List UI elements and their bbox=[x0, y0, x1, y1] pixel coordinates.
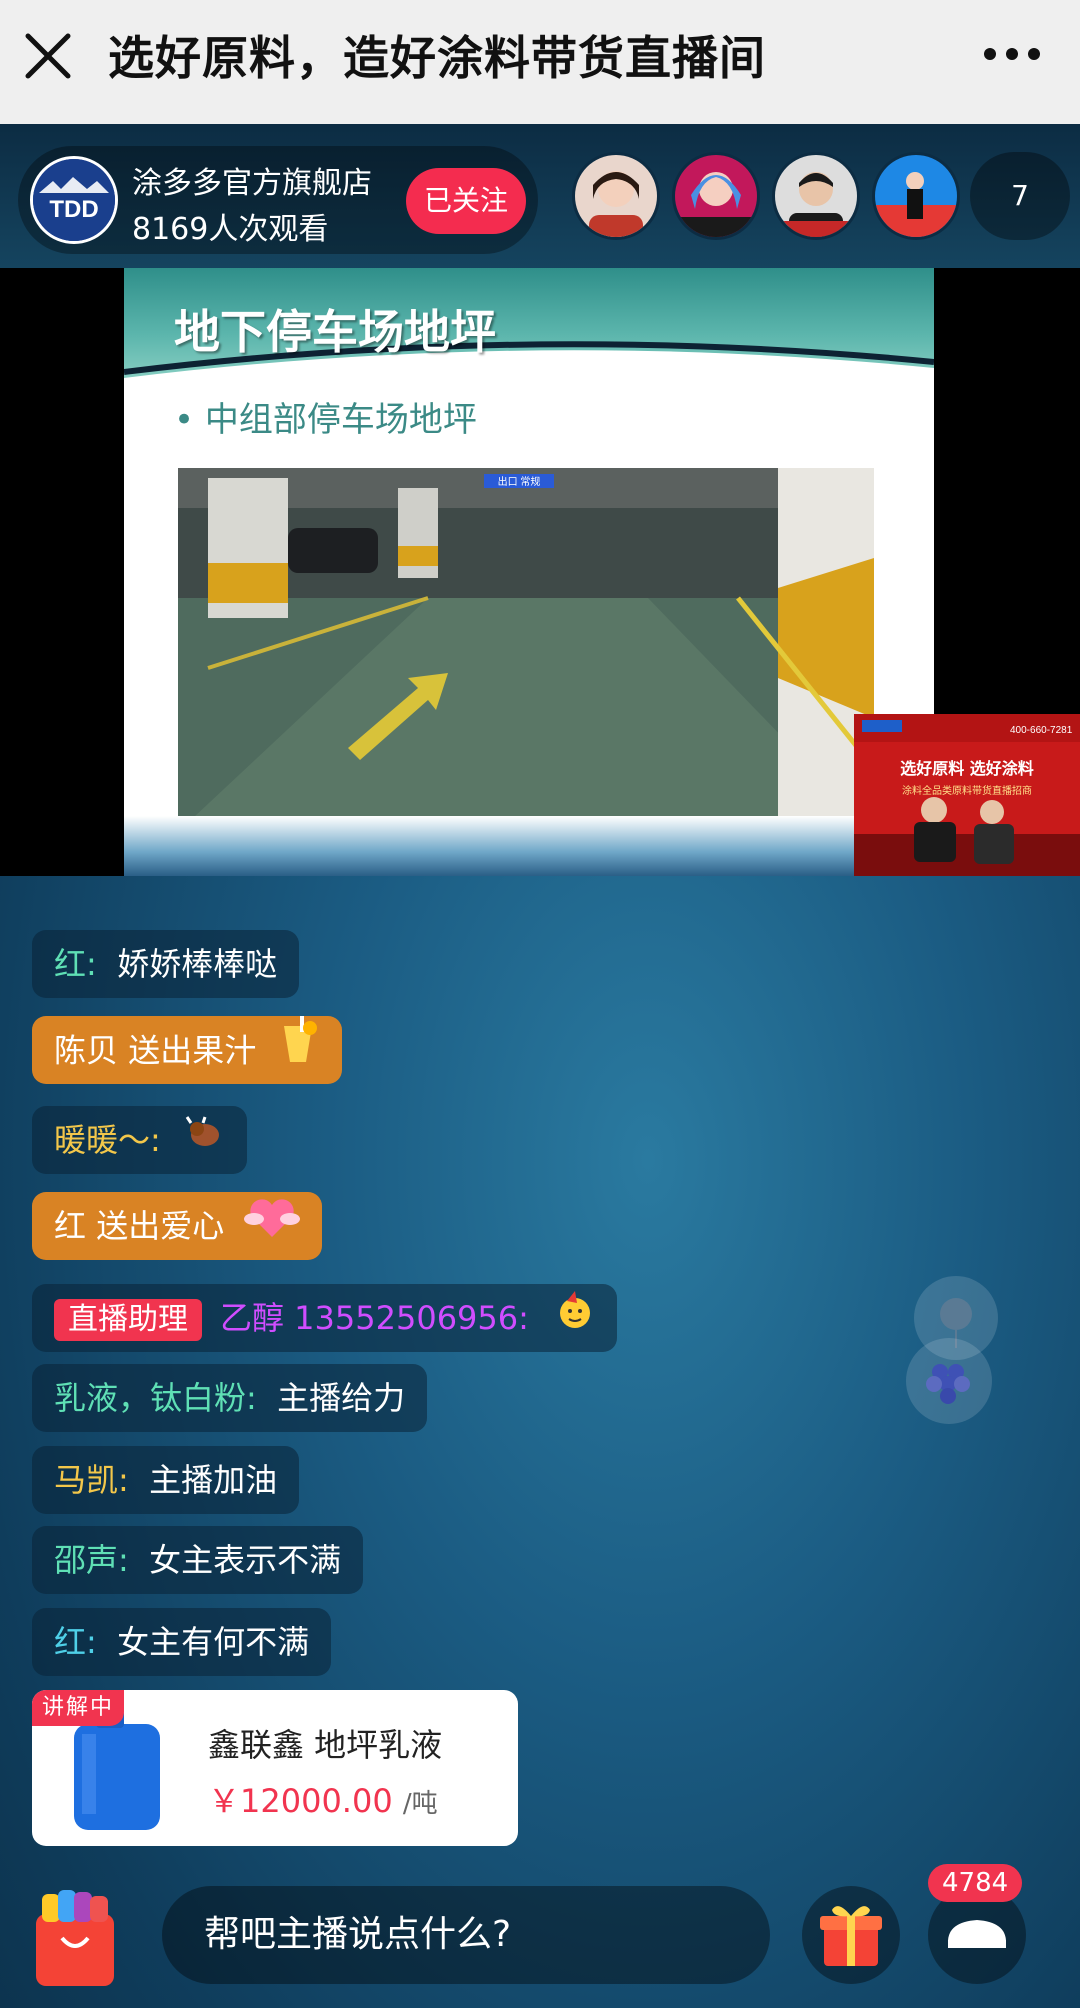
product-name: 鑫联鑫 地坪乳液 bbox=[208, 1726, 443, 1764]
product-price: ￥12000.00 /吨 bbox=[208, 1782, 438, 1820]
chat-message: 暖暖～: bbox=[32, 1106, 247, 1174]
chat-message: 邵声: 女主表示不满 bbox=[32, 1526, 364, 1594]
shopping-bag-icon[interactable] bbox=[32, 1888, 118, 1988]
viewer-avatar[interactable] bbox=[772, 152, 860, 240]
chat-message: 红: 娇娇棒棒哒 bbox=[32, 930, 300, 998]
view-count: 8169人次观看 bbox=[132, 212, 329, 247]
anchor-avatar[interactable]: TDD bbox=[30, 156, 118, 244]
gift-icon[interactable] bbox=[802, 1886, 900, 1984]
svg-text:选好原料 选好涂料: 选好原料 选好涂料 bbox=[900, 759, 1034, 778]
page-title: 选好原料，造好涂料带货直播间 bbox=[108, 31, 766, 85]
slide-footer bbox=[124, 816, 934, 876]
svg-text:TDD: TDD bbox=[49, 196, 98, 223]
viewer-avatar[interactable] bbox=[672, 152, 760, 240]
bull-icon bbox=[185, 1108, 225, 1176]
party-face-icon bbox=[555, 1286, 595, 1354]
gift-message: 红 送出爱心 bbox=[32, 1192, 323, 1260]
svg-text:涂料全品类原料带货直播招商: 涂料全品类原料带货直播招商 bbox=[902, 784, 1032, 797]
svg-text:400-660-7281: 400-660-7281 bbox=[1010, 725, 1073, 736]
chat-message: 直播助理 乙醇 13552506956: bbox=[32, 1284, 618, 1354]
viewer-avatar[interactable] bbox=[872, 152, 960, 240]
heart-icon bbox=[244, 1193, 301, 1264]
anchor-name: 涂多多官方旗舰店 bbox=[132, 166, 372, 201]
top-bar: 选好原料，造好涂料带货直播间 bbox=[0, 0, 1080, 124]
follow-button[interactable]: 已关注 bbox=[406, 168, 526, 234]
parking-photo: 出口 常规 bbox=[178, 468, 874, 832]
chat-message: 马凯: 主播加油 bbox=[32, 1446, 300, 1514]
picture-in-picture[interactable]: 400-660-7281 选好原料 选好涂料 涂料全品类原料带货直播招商 bbox=[854, 714, 1080, 876]
viewer-count[interactable]: 7 bbox=[970, 152, 1070, 240]
product-card[interactable]: 讲解中 鑫联鑫 地坪乳液 ￥12000.00 /吨 bbox=[32, 1690, 518, 1846]
grapes-icon[interactable] bbox=[906, 1338, 992, 1424]
more-options-icon[interactable] bbox=[982, 44, 1042, 64]
chat-message: 红: 女主有何不满 bbox=[32, 1608, 332, 1676]
slide-title: 地下停车场地坪 bbox=[174, 305, 496, 359]
chat-message: 乳液，钛白粉: 主播给力 bbox=[32, 1364, 428, 1432]
viewer-avatar[interactable] bbox=[572, 152, 660, 240]
close-icon[interactable] bbox=[22, 30, 74, 82]
like-count-badge: 4784 bbox=[928, 1864, 1023, 1902]
gift-message: 陈贝 送出果汁 bbox=[32, 1016, 343, 1084]
presentation-slide: 地下停车场地坪 • 中组部停车场地坪 出口 常规 bbox=[124, 268, 934, 876]
live-video[interactable]: 地下停车场地坪 • 中组部停车场地坪 出口 常规 400-660-7281 选好… bbox=[0, 268, 1080, 876]
explaining-badge: 讲解中 bbox=[32, 1690, 125, 1726]
juice-icon bbox=[276, 1016, 320, 1089]
slide-bullet: • 中组部停车场地坪 bbox=[174, 400, 477, 440]
comment-input[interactable]: 帮吧主播说点什么? bbox=[162, 1886, 770, 1984]
svg-text:出口 常规: 出口 常规 bbox=[498, 475, 541, 488]
assistant-badge: 直播助理 bbox=[54, 1299, 202, 1341]
